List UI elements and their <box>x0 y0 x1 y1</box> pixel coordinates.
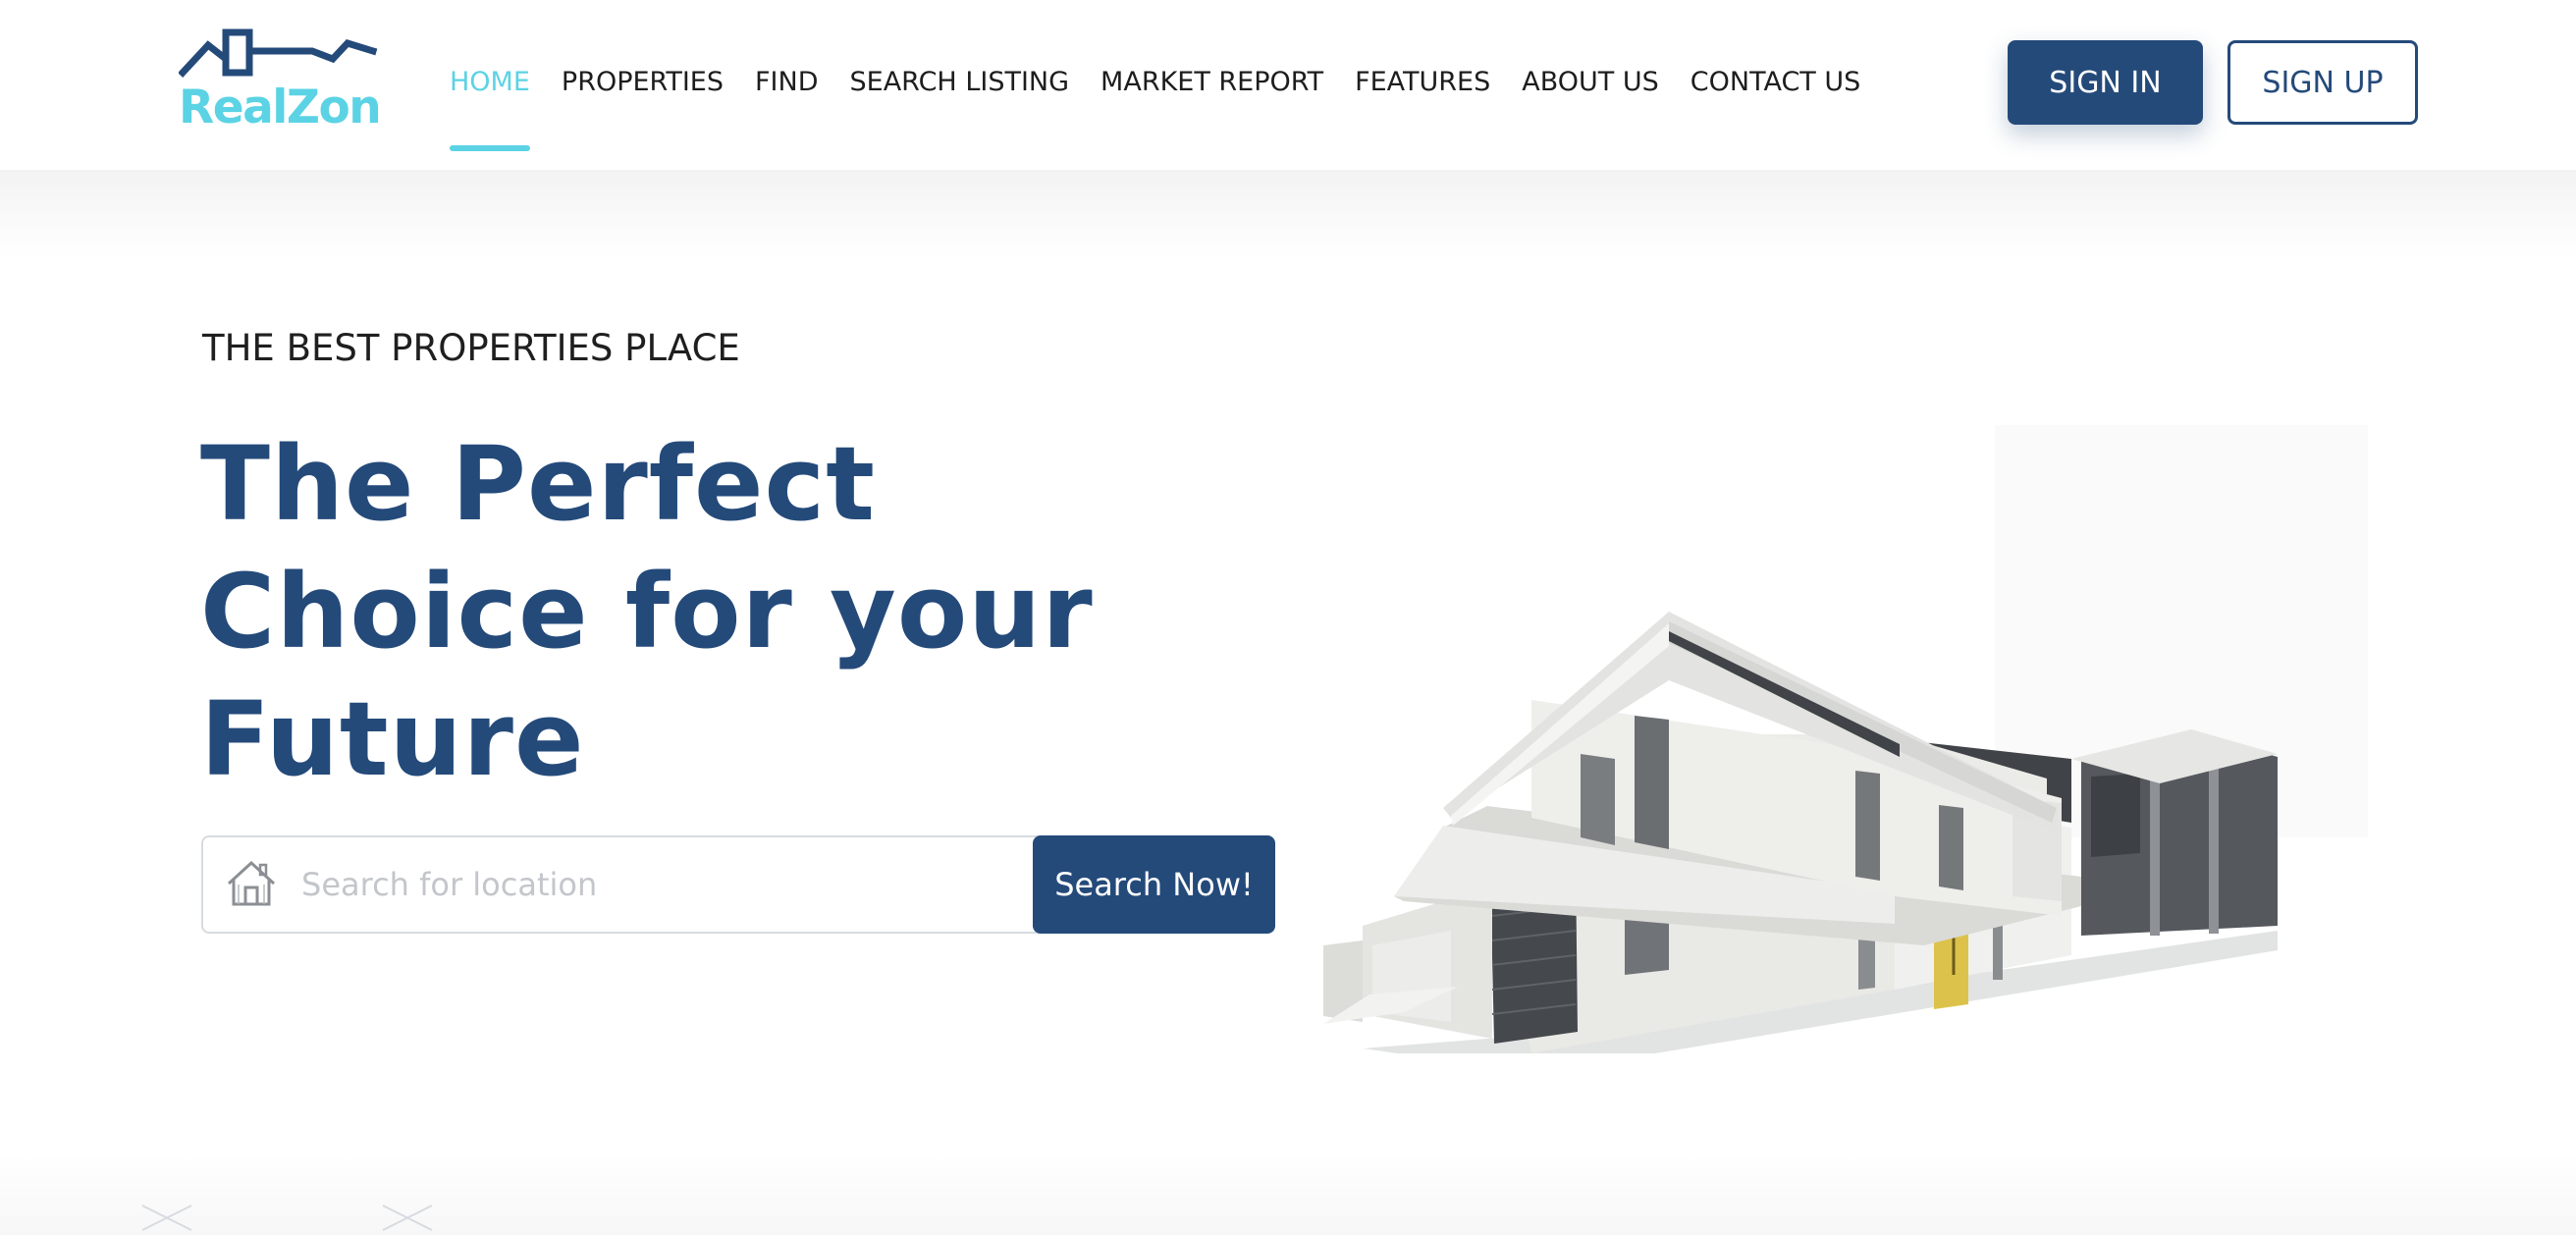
sparkle-decoration-icon <box>382 1205 433 1231</box>
nav-item-features[interactable]: FEATURES <box>1355 0 1490 170</box>
search-now-button[interactable]: Search Now! <box>1033 835 1275 934</box>
nav-item-search-listing[interactable]: SEARCH LISTING <box>850 0 1070 170</box>
search-input[interactable] <box>299 847 1006 922</box>
skyline-logo-icon <box>179 28 378 78</box>
logo-wordmark: RealZon <box>179 81 382 134</box>
realzon-logo[interactable]: RealZon <box>179 27 382 140</box>
hero-section: THE BEST PROPERTIES PLACE The Perfect Ch… <box>0 170 2576 1235</box>
nav-item-contact-us[interactable]: CONTACT US <box>1690 0 1861 170</box>
hero-headline: The Perfect Choice for your Future <box>200 424 1094 799</box>
main-nav: HOME PROPERTIES FIND SEARCH LISTING MARK… <box>450 0 1892 170</box>
sparkle-decoration-icon <box>141 1205 192 1231</box>
hero-eyebrow: THE BEST PROPERTIES PLACE <box>202 327 740 369</box>
house-icon <box>227 860 276 906</box>
nav-item-about-us[interactable]: ABOUT US <box>1522 0 1659 170</box>
nav-item-market-report[interactable]: MARKET REPORT <box>1100 0 1323 170</box>
sign-up-button[interactable]: SIGN UP <box>2227 40 2418 125</box>
nav-item-properties[interactable]: PROPERTIES <box>562 0 724 170</box>
location-search-bar: Search Now! <box>201 835 1275 934</box>
modern-house-illustration <box>1323 425 2368 1053</box>
nav-item-find[interactable]: FIND <box>755 0 818 170</box>
sign-in-button[interactable]: SIGN IN <box>2008 40 2203 125</box>
nav-item-home[interactable]: HOME <box>450 0 530 170</box>
site-header: RealZon HOME PROPERTIES FIND SEARCH LIST… <box>0 0 2576 170</box>
